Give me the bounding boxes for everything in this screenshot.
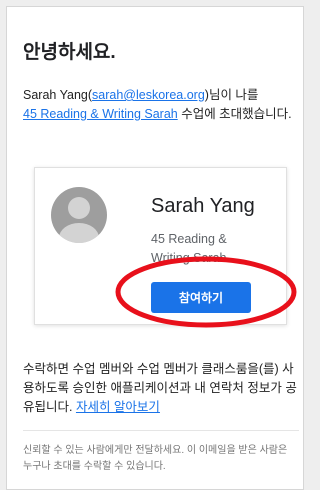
invite-text-end: 수업에 초대했습니다. <box>177 107 292 121</box>
teacher-name: Sarah Yang <box>151 195 255 217</box>
sender-email-link[interactable]: sarah@leskorea.org <box>92 88 205 102</box>
consent-message: 수락하면 수업 멤버와 수업 멤버가 클래스룸을(를) 사용하도록 승인한 애플… <box>23 360 299 417</box>
learn-more-link[interactable]: 자세히 알아보기 <box>76 400 160 414</box>
email-card: 안녕하세요. Sarah Yang(sarah@leskorea.org)님이 … <box>6 6 304 490</box>
join-button[interactable]: 참여하기 <box>151 282 251 313</box>
footer-note: 신뢰할 수 있는 사람에게만 전달하세요. 이 이메일을 받은 사람은 누구나 … <box>23 445 288 472</box>
invite-text-middle: )님이 나를 <box>204 88 259 102</box>
course-name: 45 Reading & Writing Sarah <box>151 232 227 265</box>
default-person-icon <box>51 187 107 243</box>
sender-name: Sarah Yang( <box>23 88 93 102</box>
invite-message: Sarah Yang(sarah@leskorea.org)님이 나를 45 R… <box>23 86 293 124</box>
class-invite-card: Sarah Yang 45 Reading & Writing Sarah 참여… <box>34 167 287 325</box>
avatar-shoulders <box>59 223 99 243</box>
greeting-heading: 안녕하세요. <box>23 42 116 63</box>
class-name-link[interactable]: 45 Reading & Writing Sarah <box>23 107 178 121</box>
divider <box>23 430 299 431</box>
avatar-head <box>68 197 90 219</box>
